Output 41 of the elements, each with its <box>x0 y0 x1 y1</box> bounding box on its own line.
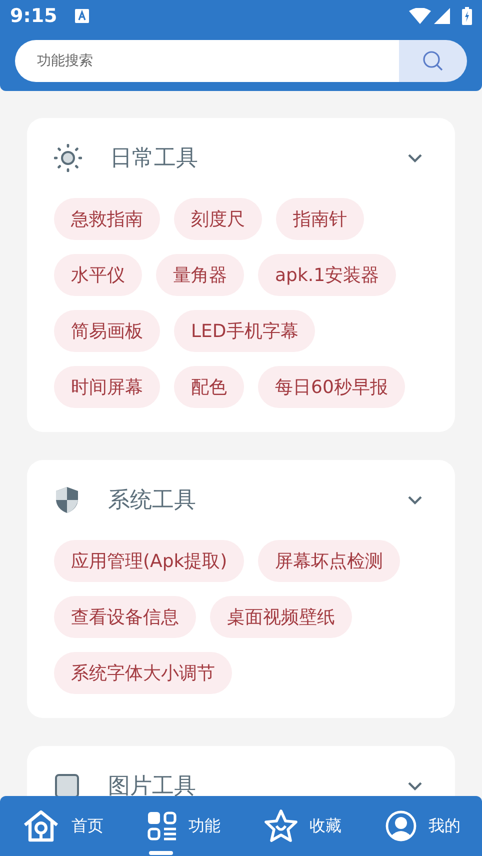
tool-chip[interactable]: 屏幕坏点检测 <box>258 540 400 582</box>
tool-chip[interactable]: LED手机字幕 <box>174 310 316 352</box>
signal-icon <box>434 8 450 24</box>
tool-chip[interactable]: 桌面视频壁纸 <box>210 596 352 638</box>
section-title: 系统工具 <box>108 486 197 514</box>
tool-chip[interactable]: 每日60秒早报 <box>258 366 405 408</box>
tool-chip[interactable]: 急救指南 <box>54 198 160 240</box>
nav-tab[interactable]: 收藏 <box>264 809 342 843</box>
star-icon <box>264 809 298 843</box>
nav-tab[interactable]: 首页 <box>22 809 104 843</box>
nav-tab[interactable]: 我的 <box>384 810 460 842</box>
notification-icon <box>75 9 90 23</box>
section-title: 图片工具 <box>108 772 197 796</box>
tool-chip[interactable]: apk.1安装器 <box>258 254 396 296</box>
shield-icon <box>54 486 80 514</box>
tool-chip[interactable]: 量角器 <box>156 254 244 296</box>
tool-chip[interactable]: 应用管理(Apk提取) <box>54 540 244 582</box>
section-title: 日常工具 <box>110 144 199 172</box>
tool-chip[interactable]: 时间屏幕 <box>54 366 160 408</box>
tool-chip[interactable]: 指南针 <box>276 198 364 240</box>
search-button[interactable] <box>399 40 467 82</box>
tool-chip[interactable]: 简易画板 <box>54 310 160 352</box>
user-icon <box>384 810 416 842</box>
wifi-icon <box>409 8 431 24</box>
sun-icon <box>54 144 82 172</box>
tool-chip[interactable]: 系统字体大小调节 <box>54 652 232 694</box>
home-icon <box>22 809 60 843</box>
tool-chip[interactable]: 刻度尺 <box>174 198 262 240</box>
chevron-down-icon[interactable] <box>407 153 423 163</box>
search-field[interactable]: 功能搜索 <box>15 40 399 82</box>
tool-chip[interactable]: 查看设备信息 <box>54 596 196 638</box>
search-icon <box>422 50 444 72</box>
chevron-down-icon[interactable] <box>407 781 423 791</box>
clock: 9:15 <box>10 4 58 29</box>
chevron-down-icon[interactable] <box>407 495 423 505</box>
tool-chip[interactable]: 配色 <box>174 366 244 408</box>
battery-icon <box>462 7 472 25</box>
nav-tab[interactable]: 功能 <box>146 811 220 841</box>
tool-chip[interactable]: 水平仪 <box>54 254 142 296</box>
image-icon <box>54 773 80 796</box>
grid-icon <box>146 811 176 841</box>
